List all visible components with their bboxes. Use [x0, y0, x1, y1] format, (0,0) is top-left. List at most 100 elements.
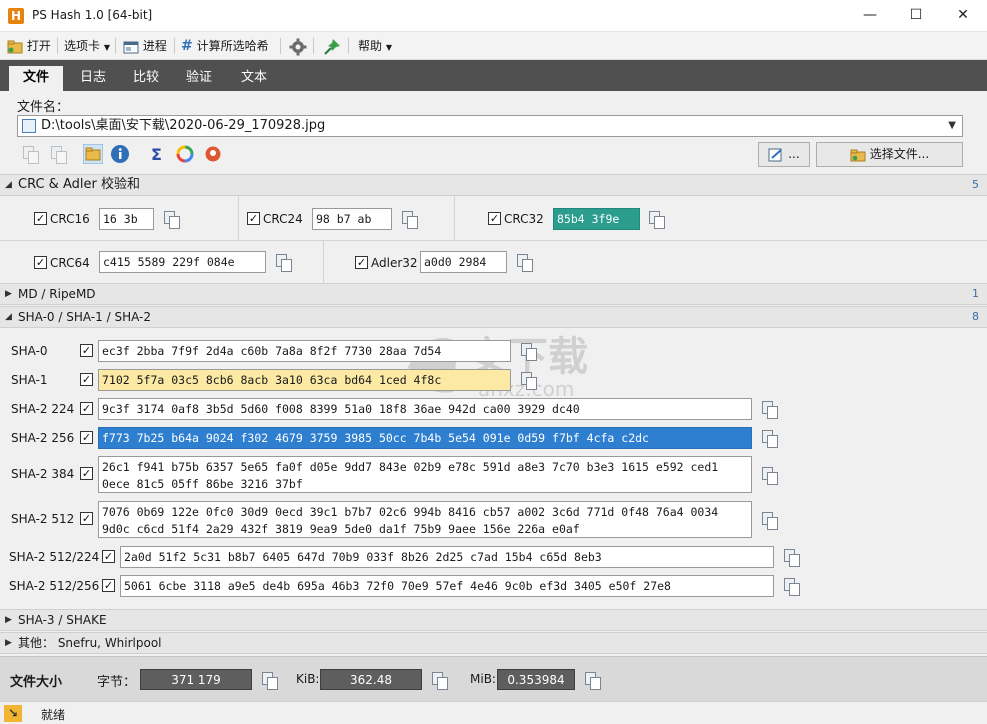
sha512-224-checkbox[interactable]: ✓ [102, 550, 115, 563]
crc64-value[interactable]: c415 5589 229f 084e [99, 251, 266, 273]
crc16-checkbox[interactable]: ✓ [34, 212, 47, 225]
google-icon[interactable] [175, 144, 195, 164]
toolbar-separator [174, 38, 175, 54]
mib-value[interactable]: 0.353984 [497, 669, 575, 690]
crc32-value[interactable]: 85b4 3f9e [553, 208, 640, 230]
group-md-header[interactable]: ▶ MD / RipeMD 1 [0, 283, 987, 305]
group-crc-count: 5 [972, 178, 979, 191]
sha512-256-checkbox[interactable]: ✓ [102, 579, 115, 592]
copy-icon[interactable] [762, 467, 778, 485]
pin-button[interactable] [320, 35, 344, 57]
copy-icon[interactable] [521, 372, 537, 390]
sha512-224-value[interactable]: 2a0d 51f2 5c31 b8b7 6405 647d 70b9 033f … [120, 546, 774, 568]
copy-icon[interactable] [585, 672, 601, 690]
crc24-checkbox[interactable]: ✓ [247, 212, 260, 225]
edit-button[interactable]: ... [758, 142, 810, 167]
sha0-label: SHA-0 [11, 344, 48, 358]
toolbar-separator [280, 38, 281, 54]
cell-divider [323, 240, 324, 283]
toolbar-separator [348, 38, 349, 54]
status-bar: ↘ 就绪 [0, 701, 987, 724]
open-folder-icon [7, 40, 23, 53]
copy-icon[interactable] [164, 211, 180, 229]
crc24-value[interactable]: 98 b7 ab [312, 208, 392, 230]
chevron-down-icon: ▼ [103, 43, 110, 52]
adler32-value[interactable]: a0d0 2984 [420, 251, 507, 273]
sha224-checkbox[interactable]: ✓ [80, 402, 93, 415]
process-label: 进程 [142, 39, 167, 53]
group-sha3-header[interactable]: ▶ SHA-3 / SHAKE [0, 609, 987, 631]
open-button[interactable]: 打开 [4, 35, 54, 57]
chevron-down-icon[interactable]: ▼ [948, 116, 956, 136]
tab-verify[interactable]: 验证 [172, 66, 226, 91]
sha384-checkbox[interactable]: ✓ [80, 467, 93, 480]
toolbar-separator [115, 38, 116, 54]
bytes-value[interactable]: 371 179 [140, 669, 252, 690]
copy-icon[interactable] [762, 512, 778, 530]
sha256-value[interactable]: f773 7b25 b64a 9024 f302 4679 3759 3985 … [98, 427, 752, 449]
group-md-title: MD / RipeMD [18, 287, 96, 301]
sigma-icon[interactable]: Σ [148, 144, 168, 164]
file-icon [22, 119, 36, 133]
tab-file[interactable]: 文件 [9, 66, 64, 91]
sha512-value[interactable]: 7076 0b69 122e 0fc0 30d9 0ecd 39c1 b7b7 … [98, 501, 752, 538]
close-button[interactable]: ✕ [940, 0, 986, 32]
sha224-label: SHA-2 224 [11, 402, 75, 416]
settings-button[interactable] [286, 35, 310, 57]
copy-icon[interactable] [649, 211, 665, 229]
adler32-checkbox[interactable]: ✓ [355, 256, 368, 269]
file-size-label: 文件大小 [10, 675, 63, 690]
copy-icon[interactable] [762, 430, 778, 448]
copy-icon[interactable] [762, 401, 778, 419]
help-menu-button[interactable]: 帮助 ▼ [355, 35, 395, 57]
sha0-checkbox[interactable]: ✓ [80, 344, 93, 357]
copy-icon[interactable] [784, 578, 800, 596]
sha512-checkbox[interactable]: ✓ [80, 512, 93, 525]
tab-compare[interactable]: 比较 [119, 66, 173, 91]
compute-selected-button[interactable]: # 计算所选哈希 [178, 35, 272, 57]
cell-divider [454, 196, 455, 240]
crc32-checkbox[interactable]: ✓ [488, 212, 501, 225]
file-path-combobox[interactable]: D:\tools\桌面\安下载\2020-06-29_170928.jpg ▼ [17, 115, 963, 137]
choose-file-button[interactable]: 选择文件... [816, 142, 963, 167]
copy-icon[interactable] [23, 146, 39, 164]
crc64-checkbox[interactable]: ✓ [34, 256, 47, 269]
copy-icon[interactable] [432, 672, 448, 690]
tab-text[interactable]: 文本 [227, 66, 281, 91]
options-label: 选项卡 [64, 39, 101, 53]
sha384-value[interactable]: 26c1 f941 b75b 6357 5e65 fa0f d05e 9dd7 … [98, 456, 752, 493]
row-divider [0, 240, 987, 241]
help-label: 帮助 [358, 39, 383, 53]
minimize-button[interactable]: — [847, 0, 893, 32]
mib-label: MiB: [470, 672, 496, 686]
kib-value[interactable]: 362.48 [320, 669, 422, 690]
crc16-value[interactable]: 16 3b [99, 208, 154, 230]
copy-icon[interactable] [517, 254, 533, 272]
options-menu-button[interactable]: 选项卡 ▼ [61, 35, 113, 57]
duckduckgo-icon[interactable] [203, 144, 223, 164]
group-crc-header[interactable]: ◢ CRC & Adler 校验和 5 [0, 174, 987, 196]
sha0-value[interactable]: ec3f 2bba 7f9f 2d4a c60b 7a8a 8f2f 7730 … [98, 340, 511, 362]
sha256-label: SHA-2 256 [11, 431, 75, 445]
sha256-checkbox[interactable]: ✓ [80, 431, 93, 444]
maximize-button[interactable]: ☐ [893, 0, 939, 32]
group-other-header[interactable]: ▶ 其他： Snefru, Whirlpool [0, 632, 987, 654]
copy-icon[interactable] [262, 672, 278, 690]
sha512-256-value[interactable]: 5061 6cbe 3118 a9e5 de4b 695a 46b3 72f0 … [120, 575, 774, 597]
sha512-224-label: SHA-2 512/224 [9, 550, 100, 564]
copy-icon[interactable] [276, 254, 292, 272]
copy-icon[interactable] [521, 343, 537, 361]
process-button[interactable]: 进程 [120, 35, 170, 57]
toolbar: 打开 选项卡 ▼ 进程 # 计算所选哈希 帮助 ▼ [0, 32, 987, 60]
copy-icon[interactable] [402, 211, 418, 229]
folder-icon[interactable] [83, 144, 103, 164]
paste-icon[interactable] [51, 146, 67, 164]
arrow-down-right-icon: ↘ [4, 705, 22, 722]
sha1-value[interactable]: 7102 5f7a 03c5 8cb6 8acb 3a10 63ca bd64 … [98, 369, 511, 391]
sha1-checkbox[interactable]: ✓ [80, 373, 93, 386]
sha224-value[interactable]: 9c3f 3174 0af8 3b5d 5d60 f008 8399 51a0 … [98, 398, 752, 420]
collapse-triangle-icon: ◢ [5, 180, 12, 190]
info-icon[interactable] [110, 144, 130, 164]
tab-log[interactable]: 日志 [66, 66, 120, 91]
copy-icon[interactable] [784, 549, 800, 567]
